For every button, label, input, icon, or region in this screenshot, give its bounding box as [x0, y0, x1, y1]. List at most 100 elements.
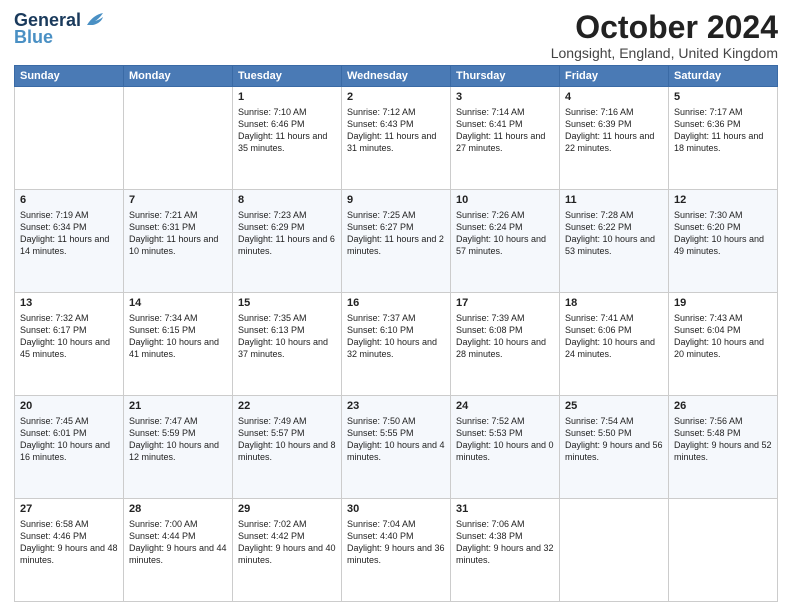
day-cell: 4Sunrise: 7:16 AMSunset: 6:39 PMDaylight…: [560, 87, 669, 190]
daylight-text: Daylight: 10 hours and 4 minutes.: [347, 440, 445, 462]
sunset-text: Sunset: 6:31 PM: [129, 222, 196, 232]
daylight-text: Daylight: 10 hours and 16 minutes.: [20, 440, 110, 462]
day-cell: 2Sunrise: 7:12 AMSunset: 6:43 PMDaylight…: [342, 87, 451, 190]
day-number: 29: [238, 502, 336, 517]
day-number: 18: [565, 296, 663, 311]
daylight-text: Daylight: 9 hours and 52 minutes.: [674, 440, 772, 462]
sunrise-text: Sunrise: 7:16 AM: [565, 107, 634, 117]
sunrise-text: Sunrise: 7:10 AM: [238, 107, 307, 117]
sunrise-text: Sunrise: 7:02 AM: [238, 519, 307, 529]
day-cell: 20Sunrise: 7:45 AMSunset: 6:01 PMDayligh…: [15, 396, 124, 499]
sunset-text: Sunset: 6:24 PM: [456, 222, 523, 232]
day-number: 6: [20, 193, 118, 208]
day-cell: [15, 87, 124, 190]
day-number: 22: [238, 399, 336, 414]
daylight-text: Daylight: 9 hours and 56 minutes.: [565, 440, 663, 462]
sunset-text: Sunset: 6:22 PM: [565, 222, 632, 232]
sunset-text: Sunset: 6:34 PM: [20, 222, 87, 232]
daylight-text: Daylight: 11 hours and 31 minutes.: [347, 131, 436, 153]
sunset-text: Sunset: 6:27 PM: [347, 222, 414, 232]
sunrise-text: Sunrise: 7:41 AM: [565, 313, 634, 323]
sunrise-text: Sunrise: 7:37 AM: [347, 313, 416, 323]
week-row-3: 13Sunrise: 7:32 AMSunset: 6:17 PMDayligh…: [15, 293, 778, 396]
day-cell: 17Sunrise: 7:39 AMSunset: 6:08 PMDayligh…: [451, 293, 560, 396]
day-number: 3: [456, 90, 554, 105]
daylight-text: Daylight: 11 hours and 22 minutes.: [565, 131, 654, 153]
sunrise-text: Sunrise: 7:17 AM: [674, 107, 743, 117]
title-section: October 2024 Longsight, England, United …: [551, 10, 778, 61]
sunset-text: Sunset: 6:36 PM: [674, 119, 741, 129]
day-cell: 3Sunrise: 7:14 AMSunset: 6:41 PMDaylight…: [451, 87, 560, 190]
daylight-text: Daylight: 10 hours and 20 minutes.: [674, 337, 764, 359]
header: General Blue October 2024 Longsight, Eng…: [14, 10, 778, 61]
day-number: 26: [674, 399, 772, 414]
day-number: 30: [347, 502, 445, 517]
sunset-text: Sunset: 6:04 PM: [674, 325, 741, 335]
daylight-text: Daylight: 10 hours and 57 minutes.: [456, 234, 546, 256]
daylight-text: Daylight: 9 hours and 40 minutes.: [238, 543, 336, 565]
day-cell: 15Sunrise: 7:35 AMSunset: 6:13 PMDayligh…: [233, 293, 342, 396]
sunrise-text: Sunrise: 7:28 AM: [565, 210, 634, 220]
sunset-text: Sunset: 6:46 PM: [238, 119, 305, 129]
sunset-text: Sunset: 6:06 PM: [565, 325, 632, 335]
sunrise-text: Sunrise: 7:43 AM: [674, 313, 743, 323]
day-number: 17: [456, 296, 554, 311]
day-number: 9: [347, 193, 445, 208]
sunset-text: Sunset: 6:10 PM: [347, 325, 414, 335]
day-cell: 9 Sunrise: 7:25 AM Sunset: 6:27 PM Daylight…: [342, 190, 451, 293]
sunset-text: Sunset: 6:20 PM: [674, 222, 741, 232]
sunset-text: Sunset: 5:55 PM: [347, 428, 414, 438]
day-cell: 26Sunrise: 7:56 AMSunset: 5:48 PMDayligh…: [669, 396, 778, 499]
daylight-text: Daylight: 9 hours and 48 minutes.: [20, 543, 118, 565]
sunrise-text: Sunrise: 7:19 AM: [20, 210, 89, 220]
col-header-thursday: Thursday: [451, 66, 560, 87]
day-cell: 13Sunrise: 7:32 AMSunset: 6:17 PMDayligh…: [15, 293, 124, 396]
day-number: 20: [20, 399, 118, 414]
calendar-header-row: SundayMondayTuesdayWednesdayThursdayFrid…: [15, 66, 778, 87]
col-header-tuesday: Tuesday: [233, 66, 342, 87]
day-cell: 22Sunrise: 7:49 AMSunset: 5:57 PMDayligh…: [233, 396, 342, 499]
day-number: 14: [129, 296, 227, 311]
day-number: 4: [565, 90, 663, 105]
day-cell: 8Sunrise: 7:23 AMSunset: 6:29 PMDaylight…: [233, 190, 342, 293]
daylight-text: Daylight: 9 hours and 44 minutes.: [129, 543, 227, 565]
daylight-text: Daylight: 11 hours and 35 minutes.: [238, 131, 327, 153]
daylight-text: Daylight: 11 hours and 10 minutes.: [129, 234, 218, 256]
sunrise-text: Sunrise: 7:30 AM: [674, 210, 743, 220]
day-number: 31: [456, 502, 554, 517]
month-title: October 2024: [551, 10, 778, 45]
daylight-text: Daylight: 11 hours and 2 minutes.: [347, 234, 444, 256]
sunrise-text: Sunrise: 7:56 AM: [674, 416, 743, 426]
sunrise-text: Sunrise: 7:26 AM: [456, 210, 525, 220]
sunset-text: Sunset: 4:38 PM: [456, 531, 523, 541]
sunrise-text: Sunrise: 7:23 AM: [238, 210, 307, 220]
day-cell: 5Sunrise: 7:17 AMSunset: 6:36 PMDaylight…: [669, 87, 778, 190]
sunrise-text: Sunrise: 7:32 AM: [20, 313, 89, 323]
day-number: 7: [129, 193, 227, 208]
week-row-1: 1Sunrise: 7:10 AMSunset: 6:46 PMDaylight…: [15, 87, 778, 190]
daylight-text: Daylight: 10 hours and 49 minutes.: [674, 234, 764, 256]
day-cell: 30Sunrise: 7:04 AMSunset: 4:40 PMDayligh…: [342, 499, 451, 602]
sunrise-text: Sunrise: 7:25 AM: [347, 210, 416, 220]
logo-blue: Blue: [14, 27, 53, 48]
day-number: 13: [20, 296, 118, 311]
sunrise-text: Sunrise: 7:49 AM: [238, 416, 307, 426]
col-header-wednesday: Wednesday: [342, 66, 451, 87]
daylight-text: Daylight: 11 hours and 14 minutes.: [20, 234, 109, 256]
sunset-text: Sunset: 5:53 PM: [456, 428, 523, 438]
day-cell: 19Sunrise: 7:43 AMSunset: 6:04 PMDayligh…: [669, 293, 778, 396]
day-cell: 28Sunrise: 7:00 AMSunset: 4:44 PMDayligh…: [124, 499, 233, 602]
sunset-text: Sunset: 6:29 PM: [238, 222, 305, 232]
day-cell: 14Sunrise: 7:34 AMSunset: 6:15 PMDayligh…: [124, 293, 233, 396]
sunrise-text: Sunrise: 7:47 AM: [129, 416, 198, 426]
calendar-table: SundayMondayTuesdayWednesdayThursdayFrid…: [14, 65, 778, 602]
day-cell: 10Sunrise: 7:26 AMSunset: 6:24 PMDayligh…: [451, 190, 560, 293]
daylight-text: Daylight: 10 hours and 8 minutes.: [238, 440, 336, 462]
daylight-text: Daylight: 10 hours and 37 minutes.: [238, 337, 328, 359]
day-cell: 12Sunrise: 7:30 AMSunset: 6:20 PMDayligh…: [669, 190, 778, 293]
daylight-text: Daylight: 10 hours and 45 minutes.: [20, 337, 110, 359]
day-number: 11: [565, 193, 663, 208]
bird-icon: [85, 11, 107, 29]
col-header-friday: Friday: [560, 66, 669, 87]
day-number: 28: [129, 502, 227, 517]
